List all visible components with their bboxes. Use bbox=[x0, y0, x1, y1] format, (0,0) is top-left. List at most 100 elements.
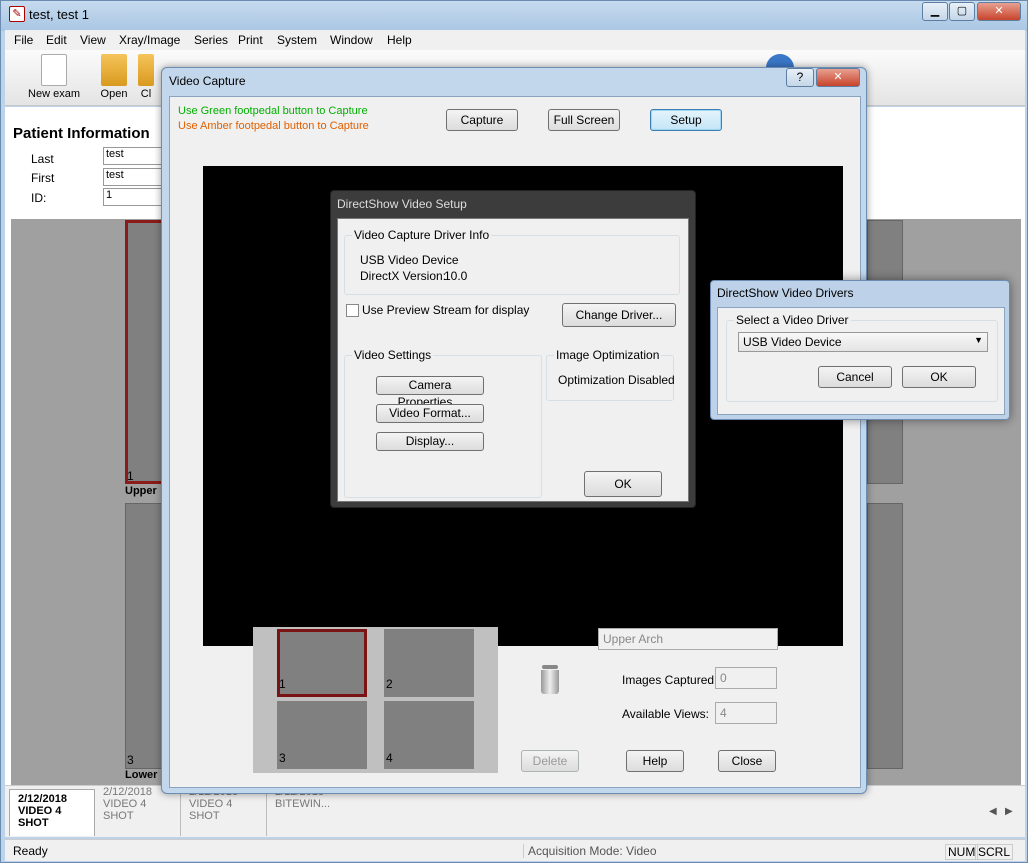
images-captured-field[interactable]: 0 bbox=[715, 667, 777, 689]
thumbnail-3[interactable] bbox=[277, 701, 367, 769]
setup-button[interactable]: Setup bbox=[650, 109, 722, 131]
thumbnail-4-number: 4 bbox=[386, 751, 393, 765]
thumbnail-grid: 1 2 3 4 bbox=[253, 627, 498, 773]
maximize-button[interactable]: ▢ bbox=[949, 2, 975, 21]
image-optimization-label: Image Optimization bbox=[554, 348, 662, 362]
tab-name: VIDEO 4 SHOT bbox=[189, 798, 233, 822]
display-button[interactable]: Display... bbox=[376, 432, 484, 451]
close-dialog-icon[interactable]: ✕ bbox=[816, 68, 860, 87]
trash-icon[interactable] bbox=[538, 665, 562, 695]
last-label: Last bbox=[31, 152, 54, 166]
scroll-right-icon[interactable]: ▶ bbox=[1005, 806, 1013, 817]
exam-tab[interactable]: 2/12/2018 VIDEO 4 SHOT bbox=[95, 786, 181, 836]
open-label: Open bbox=[100, 88, 128, 100]
current-view-label: Current View: bbox=[525, 633, 598, 647]
title-bar: ✎ test, test 1 ▁ ▢ ✕ bbox=[1, 1, 1028, 29]
status-ready: Ready bbox=[13, 844, 48, 858]
current-view-field[interactable]: Upper Arch bbox=[598, 628, 778, 650]
patient-info-heading: Patient Information bbox=[13, 125, 150, 142]
dialog-body: Select a Video Driver USB Video Device ▼… bbox=[717, 307, 1005, 415]
available-views-field[interactable]: 4 bbox=[715, 702, 777, 724]
menu-bar: File Edit View Xray/Image Series Print S… bbox=[5, 30, 1025, 50]
new-exam-label: New exam bbox=[28, 88, 80, 100]
menu-help[interactable]: Help bbox=[387, 33, 412, 47]
view-4[interactable] bbox=[867, 503, 903, 769]
dialog-title: DirectShow Video Setup bbox=[337, 197, 467, 211]
menu-xray-image[interactable]: Xray/Image bbox=[119, 33, 180, 47]
close-window-button[interactable]: ✕ bbox=[977, 2, 1021, 21]
dialog-title: DirectShow Video Drivers bbox=[717, 286, 854, 300]
optimization-status: Optimization Disabled bbox=[558, 373, 675, 387]
directx-version: 10.0 bbox=[444, 269, 468, 283]
view-3[interactable] bbox=[125, 503, 165, 769]
view-3-label: Lower bbox=[125, 769, 158, 781]
status-mode: Acquisition Mode: Video bbox=[523, 844, 657, 858]
chevron-down-icon: ▼ bbox=[974, 335, 983, 345]
tab-name: BITEWIN... bbox=[275, 798, 330, 810]
menu-print[interactable]: Print bbox=[238, 33, 263, 47]
video-format-button[interactable]: Video Format... bbox=[376, 404, 484, 423]
directx-label: DirectX Version: bbox=[360, 269, 447, 283]
first-label: First bbox=[31, 171, 55, 185]
device-name: USB Video Device bbox=[360, 253, 459, 267]
status-num: NUM bbox=[945, 844, 979, 860]
change-driver-button[interactable]: Change Driver... bbox=[562, 303, 676, 327]
document-icon bbox=[41, 54, 67, 86]
thumbnail-4[interactable] bbox=[384, 701, 474, 769]
tab-name: VIDEO 4 SHOT bbox=[18, 805, 62, 829]
camera-properties-button[interactable]: Camera Properties... bbox=[376, 376, 484, 409]
ok-button[interactable]: OK bbox=[584, 471, 662, 497]
close-button[interactable]: Close bbox=[718, 750, 776, 772]
close-button[interactable]: Cl bbox=[131, 52, 161, 104]
folder-icon bbox=[101, 54, 127, 86]
menu-file[interactable]: File bbox=[14, 33, 33, 47]
thumbnail-3-number: 3 bbox=[279, 751, 286, 765]
driver-info-label: Video Capture Driver Info bbox=[352, 228, 492, 242]
full-screen-button[interactable]: Full Screen bbox=[548, 109, 620, 131]
delete-button[interactable]: Delete bbox=[521, 750, 579, 772]
green-hint: Use Green footpedal button to Capture bbox=[178, 105, 368, 117]
dialog-title: Video Capture bbox=[169, 74, 246, 88]
window-title: test, test 1 bbox=[29, 7, 89, 22]
view-1-label: Upper bbox=[125, 485, 157, 497]
menu-window[interactable]: Window bbox=[330, 33, 373, 47]
video-drivers-dialog: DirectShow Video Drivers Select a Video … bbox=[710, 280, 1010, 420]
cancel-button[interactable]: Cancel bbox=[818, 366, 892, 388]
scroll-left-icon[interactable]: ◀ bbox=[989, 806, 997, 817]
driver-dropdown[interactable]: USB Video Device ▼ bbox=[738, 332, 988, 352]
menu-edit[interactable]: Edit bbox=[46, 33, 67, 47]
minimize-button[interactable]: ▁ bbox=[922, 2, 948, 21]
images-captured-label: Images Captured: bbox=[622, 673, 718, 687]
menu-view[interactable]: View bbox=[80, 33, 106, 47]
amber-hint: Use Amber footpedal button to Capture bbox=[178, 120, 369, 132]
help-icon[interactable]: ? bbox=[786, 68, 814, 87]
video-settings-label: Video Settings bbox=[352, 348, 434, 362]
folder-icon bbox=[138, 54, 154, 86]
ok-button[interactable]: OK bbox=[902, 366, 976, 388]
driver-dropdown-value: USB Video Device bbox=[743, 335, 842, 349]
tab-date: 2/12/2018 bbox=[18, 793, 67, 805]
menu-series[interactable]: Series bbox=[194, 33, 228, 47]
status-scrl: SCRL bbox=[975, 844, 1014, 860]
capture-button[interactable]: Capture bbox=[446, 109, 518, 131]
dialog-body: Video Capture Driver Info USB Video Devi… bbox=[337, 218, 689, 502]
preview-stream-label: Use Preview Stream for display bbox=[362, 303, 530, 317]
thumbnail-2-number: 2 bbox=[386, 677, 393, 691]
exam-tab[interactable]: 2/12/2018 VIDEO 4 SHOT bbox=[181, 786, 267, 836]
help-button[interactable]: Help bbox=[626, 750, 684, 772]
view-1[interactable] bbox=[125, 220, 165, 484]
driver-select-label: Select a Video Driver bbox=[734, 313, 851, 327]
id-label: ID: bbox=[31, 191, 47, 205]
available-views-label: Available Views: bbox=[622, 707, 709, 721]
exam-tab[interactable]: 2/12/2018 VIDEO 4 SHOT bbox=[9, 789, 95, 836]
view-3-number: 3 bbox=[127, 753, 134, 767]
preview-stream-checkbox[interactable] bbox=[346, 304, 359, 317]
thumbnail-2[interactable] bbox=[384, 629, 474, 697]
close-label: Cl bbox=[140, 88, 152, 100]
thumbnail-1[interactable] bbox=[277, 629, 367, 697]
menu-system[interactable]: System bbox=[277, 33, 317, 47]
exam-tab[interactable]: 2/12/2018 BITEWIN... bbox=[267, 786, 337, 836]
view-1-number: 1 bbox=[127, 469, 134, 483]
app-icon: ✎ bbox=[9, 6, 25, 22]
directshow-setup-dialog: DirectShow Video Setup Video Capture Dri… bbox=[330, 190, 696, 508]
